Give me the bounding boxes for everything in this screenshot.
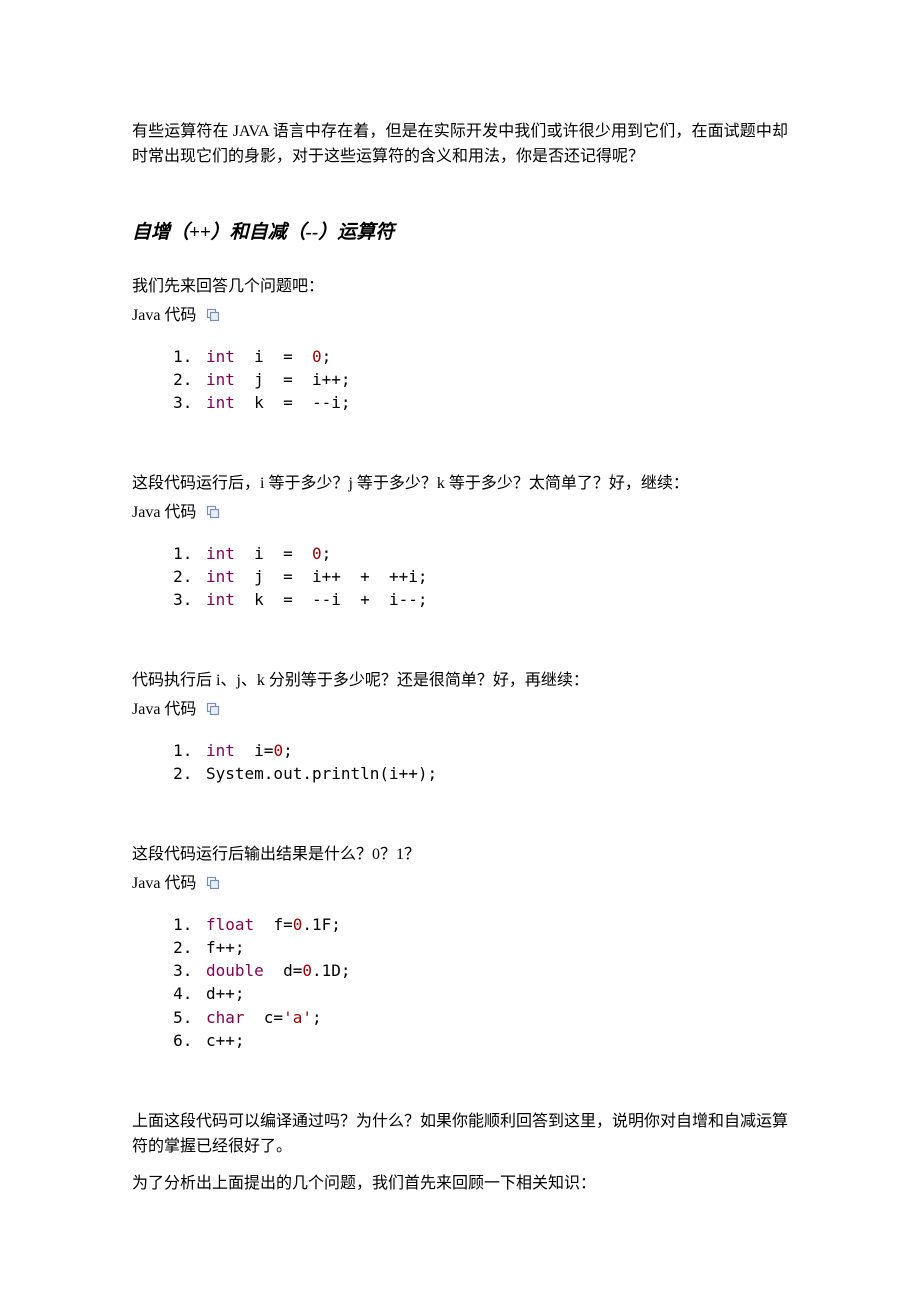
code-label-line-2: Java 代码 (132, 501, 788, 528)
copy-icon[interactable] (206, 874, 220, 899)
paragraph-5: 上面这段代码可以编译通过吗？为什么？如果你能顺利回答到这里，说明你对自增和自减运… (132, 1110, 788, 1160)
question-4: 这段代码运行后输出结果是什么？0？1？ (132, 843, 788, 868)
code-block-4: float f=0.1F; f++; double d=0.1D; d++; c… (176, 913, 788, 1052)
code-line: System.out.println(i++); (202, 762, 788, 785)
code-label-line-1: Java 代码 (132, 304, 788, 331)
code-block-3: int i=0; System.out.println(i++); (176, 739, 788, 785)
intro-paragraph: 有些运算符在 JAVA 语言中存在着，但是在实际开发中我们或许很少用到它们，在面… (132, 120, 788, 170)
code-line: int j = i++ + ++i; (202, 565, 788, 588)
question-3: 代码执行后 i、j、k 分别等于多少呢？还是很简单？好，再继续： (132, 669, 788, 694)
code-line: int i = 0; (202, 542, 788, 565)
code-label-text: Java 代码 (132, 307, 196, 324)
code-label-line-3: Java 代码 (132, 698, 788, 725)
code-block-2: int i = 0; int j = i++ + ++i; int k = --… (176, 542, 788, 612)
copy-icon[interactable] (206, 700, 220, 725)
code-line: f++; (202, 936, 788, 959)
code-line: c++; (202, 1029, 788, 1052)
code-line: int i=0; (202, 739, 788, 762)
section-heading: 自增（++）和自减（--）运算符 (132, 218, 788, 247)
copy-icon[interactable] (206, 503, 220, 528)
copy-icon[interactable] (206, 306, 220, 331)
document-page: 有些运算符在 JAVA 语言中存在着，但是在实际开发中我们或许很少用到它们，在面… (0, 0, 920, 1302)
question-2: 这段代码运行后，i 等于多少？j 等于多少？k 等于多少？太简单了？好，继续： (132, 472, 788, 497)
code-line: intint i = i = 0; (202, 345, 788, 368)
code-line: int j = i++; (202, 368, 788, 391)
code-line: int k = --i; (202, 391, 788, 414)
code-block-1: intint i = i = 0; int j = i++; int k = -… (176, 345, 788, 415)
code-line: char c='a'; (202, 1006, 788, 1029)
paragraph-6: 为了分析出上面提出的几个问题，我们首先来回顾一下相关知识： (132, 1172, 788, 1197)
code-label-text: Java 代码 (132, 875, 196, 892)
question-1: 我们先来回答几个问题吧： (132, 275, 788, 300)
code-label-text: Java 代码 (132, 701, 196, 718)
code-line: float f=0.1F; (202, 913, 788, 936)
code-line: d++; (202, 982, 788, 1005)
code-line: double d=0.1D; (202, 959, 788, 982)
code-line: int k = --i + i--; (202, 588, 788, 611)
code-label-text: Java 代码 (132, 504, 196, 521)
code-label-line-4: Java 代码 (132, 872, 788, 899)
